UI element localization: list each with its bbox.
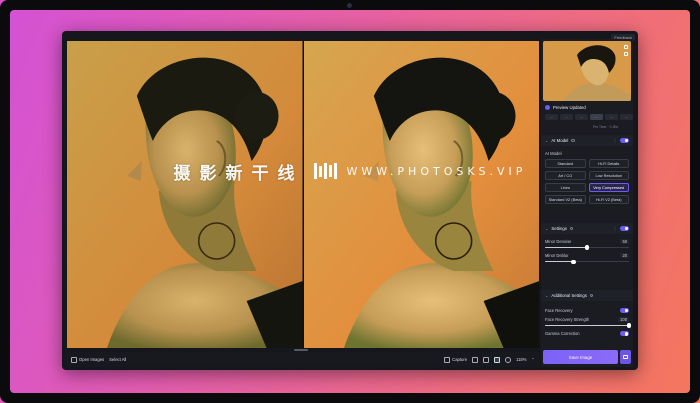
preview-control-1[interactable]: — [545, 114, 558, 120]
face-recovery-strength-value[interactable]: 100 [618, 317, 629, 322]
camera-icon [444, 356, 451, 363]
model-standard-v2-button[interactable]: Standard V2 (Beta) [545, 195, 586, 204]
face-recovery-strength-slider[interactable]: Face Recovery Strength 100 [541, 317, 633, 328]
info-icon[interactable] [569, 226, 574, 231]
minor-denoise-label: Minor Denoise [545, 239, 572, 244]
preview-control-5[interactable]: — [605, 114, 618, 120]
settings-section: ⌄ Settings ⋮ Minor Denoise 50 Minor Debl… [541, 223, 633, 264]
open-images-label: Open Images [79, 357, 105, 362]
split-view-icon[interactable] [483, 356, 490, 363]
slider-track[interactable] [545, 259, 629, 264]
face-recovery-label: Face Recovery [545, 308, 573, 313]
ai-model-title: AI Model [551, 138, 569, 143]
export-icon [623, 355, 628, 359]
preview-control-3[interactable]: — [575, 114, 588, 120]
ai-model-label: AI Model [545, 151, 562, 156]
capture-button[interactable]: Capture [444, 356, 468, 363]
viewer-toolbar: Open Images Select All Capture 118% ⌃ [67, 352, 539, 367]
ai-model-toggle[interactable] [620, 138, 629, 143]
info-icon[interactable] [589, 293, 594, 298]
preview-thumbnail[interactable] [543, 41, 631, 101]
slider-fill [545, 247, 587, 249]
enhanced-image-pane[interactable] [303, 41, 539, 348]
save-options-button[interactable] [620, 350, 631, 364]
slider-fill [545, 325, 629, 327]
chevron-down-icon: ⌄ [545, 138, 549, 143]
more-icon[interactable]: ⋮ [613, 226, 617, 231]
zoom-icon[interactable] [505, 356, 512, 363]
preview-thumbnail-image [543, 41, 631, 101]
gamma-correction-toggle[interactable] [620, 331, 629, 337]
minor-deblur-slider[interactable]: Minor Deblur 20 [541, 253, 633, 264]
chevron-down-icon: ⌄ [545, 293, 549, 298]
slider-knob[interactable] [626, 323, 632, 328]
fullscreen-icon[interactable] [624, 45, 628, 49]
slider-knob[interactable] [571, 259, 576, 264]
select-all-button[interactable]: Select All [109, 357, 126, 362]
more-icon[interactable]: ⋮ [613, 138, 617, 143]
additional-settings-section: ⌄ Additional Settings Face Recovery Face… [541, 290, 633, 338]
save-image-button[interactable]: Save Image [543, 350, 618, 364]
settings-header[interactable]: ⌄ Settings ⋮ [541, 223, 633, 234]
info-icon[interactable] [571, 138, 575, 143]
ai-model-section: ⌄ AI Model ⋮ AI Model Standard Hi-Fi Det… [541, 135, 633, 204]
preview-status: Preview Updated [545, 105, 586, 110]
additional-settings-title: Additional Settings [551, 293, 587, 298]
slider-knob[interactable] [584, 245, 590, 250]
settings-sidebar: Preview Updated — — — — — — Per Time: ~1… [541, 39, 633, 367]
preview-control-4[interactable]: — [590, 114, 603, 120]
chevron-down-icon: ⌄ [545, 226, 549, 231]
model-low-resolution-button[interactable]: Low Resolution [588, 171, 629, 180]
face-recovery-toggle[interactable] [620, 308, 629, 313]
original-portrait [67, 41, 303, 348]
save-bar: Save Image [541, 347, 633, 367]
minor-deblur-label: Minor Deblur [545, 253, 569, 259]
webcam [347, 3, 352, 8]
model-art-cg-button[interactable]: Art / CG [545, 171, 586, 180]
preview-control-6[interactable]: — [620, 114, 633, 120]
preview-control-2[interactable]: — [560, 114, 573, 120]
select-all-label: Select All [109, 357, 127, 362]
slider-track[interactable] [545, 323, 632, 328]
enhanced-portrait [303, 41, 539, 348]
additional-settings-header[interactable]: ⌄ Additional Settings [541, 290, 633, 301]
preview-controls: — — — — — — [545, 114, 633, 120]
model-standard-button[interactable]: Standard [545, 159, 586, 168]
model-hifi-button[interactable]: Hi-Fi Details [588, 159, 629, 168]
minor-denoise-slider[interactable]: Minor Denoise 50 [541, 239, 633, 250]
face-recovery-row: Face Recovery [541, 306, 633, 315]
capture-label: Capture [452, 357, 468, 362]
slider-track[interactable] [545, 245, 629, 250]
side-by-side-view-icon[interactable] [494, 356, 501, 363]
zoom-level[interactable]: 118% [516, 357, 526, 362]
original-image-pane[interactable] [67, 41, 303, 348]
face-recovery-strength-label: Face Recovery Strength [545, 317, 590, 322]
single-view-icon[interactable] [472, 356, 479, 363]
settings-toggle[interactable] [620, 226, 629, 231]
ai-model-options: Standard Hi-Fi Details Art / CG Low Reso… [541, 159, 633, 204]
compare-icon[interactable] [624, 52, 628, 56]
app-window: Feedback Open Images Select All Capture … [62, 31, 638, 370]
processing-time: Per Time: ~1.00s [593, 125, 619, 129]
gamma-correction-row: Gamma Correction [541, 329, 633, 338]
model-very-compressed-button[interactable]: Very Compressed [588, 183, 629, 192]
settings-title: Settings [551, 226, 567, 231]
compare-drag-handle[interactable] [294, 349, 308, 351]
minor-deblur-value[interactable]: 20 [620, 253, 629, 259]
gamma-correction-label: Gamma Correction [545, 331, 580, 337]
folder-icon [71, 356, 77, 363]
preview-status-label: Preview Updated [553, 105, 586, 110]
minor-denoise-value[interactable]: 50 [620, 239, 629, 244]
model-hifi-v2-button[interactable]: Hi-Fi V2 (Beta) [588, 195, 629, 204]
ai-model-header[interactable]: ⌄ AI Model ⋮ [541, 135, 633, 146]
check-icon [545, 105, 550, 110]
image-viewer[interactable] [67, 41, 539, 348]
chevron-up-icon[interactable]: ⌃ [531, 357, 535, 362]
slider-fill [545, 261, 574, 263]
open-images-button[interactable]: Open Images [71, 356, 105, 363]
model-lines-button[interactable]: Lines [545, 183, 586, 192]
